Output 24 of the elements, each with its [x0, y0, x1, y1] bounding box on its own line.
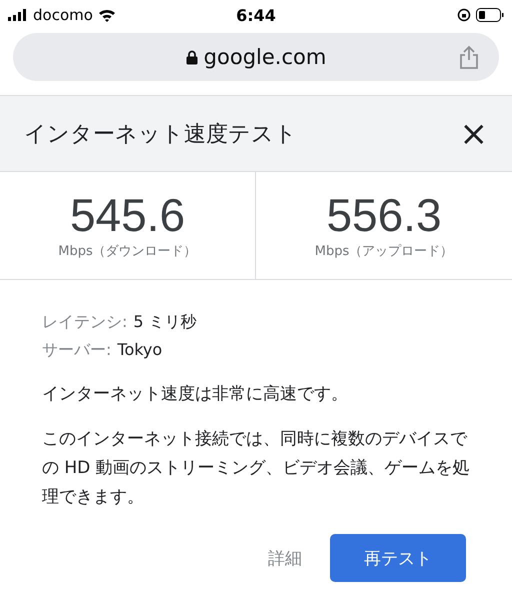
detail-label: サーバー: — [42, 339, 112, 361]
rotation-lock-icon — [457, 8, 472, 22]
card-title: インターネット速度テスト — [24, 120, 297, 148]
wifi-icon — [98, 8, 116, 22]
close-button[interactable]: × — [460, 116, 488, 150]
lock-icon — [186, 50, 198, 64]
clock-time: 6:44 — [236, 6, 276, 24]
speed-unit: Mbps（アップロード） — [314, 242, 454, 260]
summary-text: インターネット速度は非常に高速です。 — [42, 383, 349, 406]
detail-value: 5 ミリ秒 — [133, 311, 197, 333]
description-text: このインターネット接続では、同時に複数のデバイスでの HD 動画のストリーミング、ビデオ会議、ゲームを処理できます。 — [42, 428, 471, 509]
detail-label: レイテンシ: — [42, 311, 128, 333]
speed-value: 556.3 — [326, 192, 442, 238]
signal-icon — [8, 9, 28, 21]
url-text: google.com — [204, 45, 326, 69]
speed-value: 545.6 — [70, 192, 186, 238]
retest-button[interactable]: 再テスト — [330, 534, 466, 582]
speed-unit: Mbps（ダウンロード） — [58, 242, 197, 260]
carrier-name: docomo — [33, 6, 93, 24]
detail-value: Tokyo — [117, 339, 162, 361]
address-bar[interactable]: google.com — [13, 33, 499, 81]
details-link[interactable]: 詳細 — [268, 534, 302, 582]
share-icon[interactable] — [459, 45, 479, 69]
battery-icon — [476, 8, 504, 22]
